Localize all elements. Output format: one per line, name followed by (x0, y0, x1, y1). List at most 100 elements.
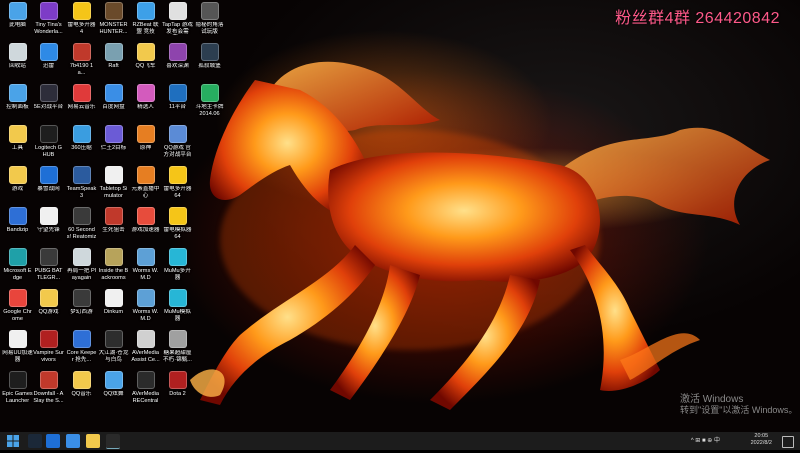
desktop-icon[interactable]: 大江湖·苍龙 与白鸟 (98, 330, 129, 363)
desktop-icon[interactable]: QQ飞车 (130, 43, 161, 70)
game-icon (104, 371, 123, 389)
desktop-icon[interactable]: 游戏加速器 (130, 207, 161, 234)
desktop-icon-label: 孤寂城堡 (198, 63, 221, 69)
system-tray[interactable]: ^ ⊞ ■ ⊕ 中 (691, 432, 720, 450)
desktop-icon-label: 游戏加速器 (131, 227, 160, 233)
desktop-icon[interactable]: 原神 (130, 125, 161, 152)
battlenet-icon (39, 166, 58, 184)
game-icon (39, 2, 58, 20)
game-icon (72, 207, 91, 225)
game-icon (72, 330, 91, 348)
desktop-icon[interactable]: 守望先锋 (33, 207, 64, 234)
game-icon (104, 207, 123, 225)
emulator-icon (168, 207, 187, 225)
avermedia-icon (136, 371, 155, 389)
logitech-icon (39, 125, 58, 143)
mumu-icon (168, 248, 187, 266)
desktop-icon[interactable]: 雷电模拟器 64 (162, 207, 193, 240)
desktop-icon[interactable]: TeamSpeak 3 (66, 166, 97, 199)
desktop-icon[interactable]: Downfall - A Slay the S... (33, 371, 64, 404)
desktop-icon[interactable]: Tiny Tina's Wonderla... (33, 2, 64, 35)
desktop-icon-label: QQ飞车 (135, 63, 156, 69)
desktop-icon[interactable]: Worms W.M.D (130, 289, 161, 322)
desktop-icon[interactable]: 再局一把 Playagain (66, 248, 97, 281)
start-icon[interactable] (6, 434, 20, 448)
desktop-icon[interactable]: 5E对战平台 (33, 84, 64, 111)
desktop-icon[interactable]: 游戏 (2, 166, 33, 193)
desktop-icon[interactable]: 暴雪战网 (33, 166, 64, 193)
desktop-icon[interactable]: Core Keeper 抢先... (66, 330, 97, 363)
obs-icon[interactable] (106, 434, 120, 449)
desktop-icon[interactable]: Inside the Backrooms (98, 248, 129, 281)
desktop-icon[interactable]: 糖果超甜屋 不朽·锦甄... (162, 330, 193, 363)
desktop-icon[interactable]: Microsoft Edge (2, 248, 33, 281)
desktop-icon-label: 网易云音乐 (67, 104, 96, 110)
activate-subtitle: 转到"设置"以激活 Windows。 (680, 405, 798, 415)
desktop-icon[interactable]: 雷电多开器 64 (162, 166, 193, 199)
app-icon (72, 248, 91, 266)
desktop-icon-label: Microsoft Edge (3, 268, 32, 281)
desktop-icon[interactable]: AVerMedia Assist Ce... (130, 330, 161, 363)
desktop-icon[interactable]: 仁王2目标 (98, 125, 129, 152)
taskbar-clock[interactable]: 20:05 2022/8/2 (751, 433, 772, 447)
desktop-icon[interactable]: QQ游戏 官方对战平台 (162, 125, 193, 158)
game-icon (104, 2, 123, 20)
desktop-icon[interactable]: 360压缩 (66, 125, 97, 152)
desktop-icon[interactable]: 工具 (2, 125, 33, 152)
desktop-icon[interactable]: MuMu模拟器 (162, 289, 193, 322)
desktop-icon-label: 回收站 (9, 63, 26, 69)
desktop-icon[interactable]: PUBG BATTLEGR... (33, 248, 64, 281)
desktop-icon-label: QQ炫舞 (103, 391, 124, 397)
desktop-icon-label: QQ游戏 (38, 309, 59, 315)
desktop-icon[interactable]: 控制面板 (2, 84, 33, 111)
desktop-icon[interactable]: Google Chrome (2, 289, 33, 322)
desktop-icon-label: Vampire Survivors (33, 350, 64, 363)
desktop-icon[interactable]: 生死狙击 (98, 207, 129, 234)
desktop-icon[interactable]: Bandizip (2, 207, 33, 234)
desktop-icon[interactable]: Vampire Survivors (33, 330, 64, 363)
desktop-icon[interactable]: 11平台 (162, 84, 193, 111)
battlenet-icon[interactable] (46, 434, 60, 448)
desktop-icon[interactable]: 元素直播中心 (130, 166, 161, 199)
desktop-icon[interactable]: 斗地主卡牌 2014.06 (194, 84, 225, 117)
steam-icon[interactable] (28, 434, 42, 448)
desktop-icon[interactable]: 7b4190 1a... (66, 43, 97, 76)
desktop-icon[interactable]: 网易云音乐 (66, 84, 97, 111)
desktop-icon[interactable]: Dinkum (98, 289, 129, 316)
desktop-icon[interactable]: QQ音乐 (66, 371, 97, 398)
desktop-icon[interactable]: QQ游戏 (33, 289, 64, 316)
desktop-icon[interactable]: Tabletop Simulator (98, 166, 129, 199)
desktop-icon-label: 游戏 (11, 186, 24, 192)
desktop-icon[interactable]: MONSTER HUNTER... (98, 2, 129, 35)
fan-group-watermark: 粉丝群4群 264420842 (615, 10, 780, 27)
desktop-icon[interactable]: 孤寂城堡 (194, 43, 225, 70)
desktop-icon[interactable]: 此电脑 (2, 2, 33, 29)
desktop-icon[interactable]: Worms W.M.D (130, 248, 161, 281)
desktop-icon[interactable]: Raft (98, 43, 129, 70)
file-explorer-icon[interactable] (86, 434, 100, 448)
desktop-icon[interactable]: MuMu多开器 (162, 248, 193, 281)
desktop-icon[interactable]: 雷电多开器4 (66, 2, 97, 35)
desktop-icon[interactable]: AVerMedia RECentral (130, 371, 161, 404)
desktop-icon[interactable]: TapTap 游戏 发布会需要... (162, 2, 193, 35)
desktop-icon-label: MuMu模拟器 (164, 309, 191, 322)
dota-icon (168, 371, 187, 389)
browser-icon[interactable] (66, 434, 80, 448)
desktop-icon[interactable]: Dota 2 (162, 371, 193, 398)
raft-icon (104, 43, 123, 61)
desktop-icon[interactable]: 网易UU加速器 (2, 330, 33, 363)
desktop-icon[interactable]: 喜欢深渊 (162, 43, 193, 70)
desktop-icon[interactable]: 迅雷 (33, 43, 64, 70)
desktop-icon[interactable]: 60 Seconds! Reatomized (66, 207, 97, 240)
desktop-icon[interactable]: 精选人 (130, 84, 161, 111)
desktop-icon[interactable]: 隐秘的角落 试玩版 (194, 2, 225, 35)
desktop-icon[interactable]: 百度网盘 (98, 84, 129, 111)
desktop-icon[interactable]: QQ炫舞 (98, 371, 129, 398)
activate-windows-notice: 激活 Windows 转到"设置"以激活 Windows。 (680, 394, 797, 416)
desktop-icon[interactable]: Epic Games Launcher (2, 371, 33, 404)
desktop-icon[interactable]: Logitech G HUB (33, 125, 64, 158)
desktop-icon[interactable]: 梦幻西游 (66, 289, 97, 316)
desktop-icon[interactable]: RZBeat 联盟 竞技 (130, 2, 161, 35)
notification-center-icon[interactable] (782, 436, 794, 448)
desktop-icon[interactable]: 回收站 (2, 43, 33, 70)
